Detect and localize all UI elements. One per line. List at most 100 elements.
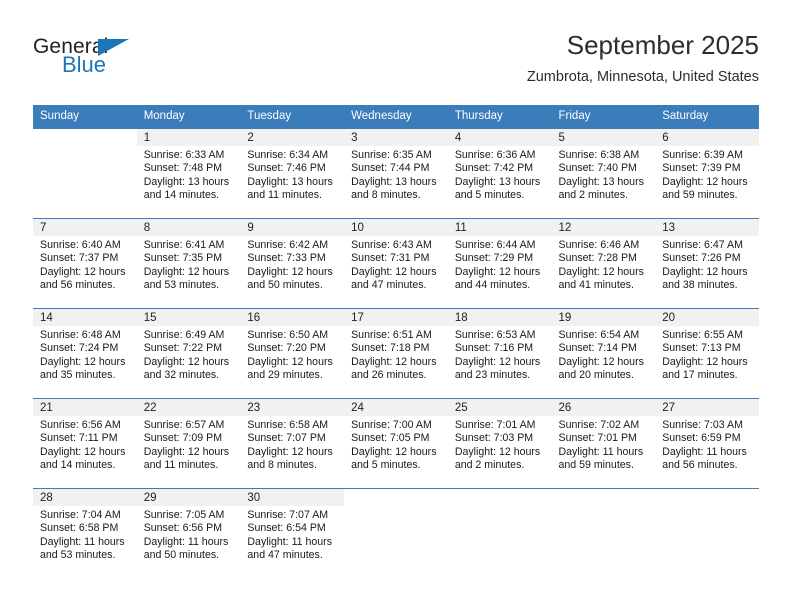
sunset-text: Sunset: 7:26 PM xyxy=(662,252,741,265)
calendar-day-cell[interactable]: 20 Sunrise: 6:55 AM Sunset: 7:13 PM Dayligh… xyxy=(655,308,759,399)
calendar-week-row: 28 Sunrise: 7:04 AM Sunset: 6:58 PM Dayligh… xyxy=(33,488,759,578)
logo-text-blue: Blue xyxy=(62,52,107,77)
title-block: September 2025 Zumbrota, Minnesota, Unit… xyxy=(527,28,759,88)
day-cell-content: 8 Sunrise: 6:41 AM Sunset: 7:35 PM Daylight… xyxy=(136,219,241,308)
calendar-day-cell[interactable]: 1 Sunrise: 6:33 AM Sunset: 7:48 PM Daylight… xyxy=(136,128,241,219)
day-cell-content: 5 Sunrise: 6:38 AM Sunset: 7:40 PM Daylight… xyxy=(551,129,656,218)
sunset-text: Sunset: 7:31 PM xyxy=(351,252,430,265)
daylight-text-line2: and 11 minutes. xyxy=(143,459,219,472)
day-number: 29 xyxy=(136,489,241,506)
sunrise-text: Sunrise: 7:05 AM xyxy=(143,509,225,521)
day-cell-content: 28 Sunrise: 7:04 AM Sunset: 6:58 PM Dayligh… xyxy=(33,489,137,578)
calendar-day-cell[interactable]: 2 Sunrise: 6:34 AM Sunset: 7:46 PM Daylight… xyxy=(240,128,345,219)
sunrise-text: Sunrise: 6:38 AM xyxy=(558,149,640,161)
calendar-day-cell[interactable]: 30 Sunrise: 7:07 AM Sunset: 6:54 PM Dayligh… xyxy=(240,488,345,578)
calendar-day-cell[interactable]: 4 Sunrise: 6:36 AM Sunset: 7:42 PM Daylight… xyxy=(447,128,552,219)
calendar-day-cell[interactable]: 18 Sunrise: 6:53 AM Sunset: 7:16 PM Dayligh… xyxy=(447,308,552,399)
calendar-day-cell[interactable]: 22 Sunrise: 6:57 AM Sunset: 7:09 PM Dayligh… xyxy=(136,398,241,489)
day-cell-content: 9 Sunrise: 6:42 AM Sunset: 7:33 PM Daylight… xyxy=(240,219,345,308)
sunset-text: Sunset: 7:22 PM xyxy=(143,342,223,355)
day-number: 24 xyxy=(344,399,448,416)
calendar-day-cell[interactable]: 5 Sunrise: 6:38 AM Sunset: 7:40 PM Daylight… xyxy=(551,128,656,219)
daylight-text-line2: and 29 minutes. xyxy=(247,369,323,382)
calendar-page: General Blue September 2025 Zumbrota, Mi… xyxy=(0,0,792,612)
sunset-text: Sunset: 7:11 PM xyxy=(40,432,118,445)
calendar-day-cell[interactable]: 9 Sunrise: 6:42 AM Sunset: 7:33 PM Daylight… xyxy=(240,218,345,309)
calendar-day-cell[interactable]: 29 Sunrise: 7:05 AM Sunset: 6:56 PM Dayligh… xyxy=(136,488,241,578)
day-cell-content: 30 Sunrise: 7:07 AM Sunset: 6:54 PM Dayligh… xyxy=(240,489,345,578)
calendar-day-cell[interactable]: 26 Sunrise: 7:02 AM Sunset: 7:01 PM Dayligh… xyxy=(551,398,656,489)
calendar-day-cell[interactable]: 13 Sunrise: 6:47 AM Sunset: 7:26 PM Dayligh… xyxy=(655,218,759,309)
daylight-text-line1: Daylight: 13 hours xyxy=(247,175,333,188)
day-number: 5 xyxy=(551,129,656,146)
day-number: 11 xyxy=(447,219,552,236)
calendar-day-cell[interactable]: 21 Sunrise: 6:56 AM Sunset: 7:11 PM Dayligh… xyxy=(33,398,137,489)
day-number xyxy=(552,489,656,506)
daylight-text-line2: and 11 minutes. xyxy=(247,189,323,202)
daylight-text-line2: and 2 minutes. xyxy=(558,189,629,202)
calendar-day-cell[interactable]: 17 Sunrise: 6:51 AM Sunset: 7:18 PM Dayligh… xyxy=(344,308,448,399)
daylight-text-line1: Daylight: 12 hours xyxy=(40,265,126,278)
daylight-text-line2: and 5 minutes. xyxy=(351,459,421,472)
calendar-day-cell[interactable]: 12 Sunrise: 6:46 AM Sunset: 7:28 PM Dayligh… xyxy=(551,218,656,309)
day-details: Sunrise: 6:47 AM Sunset: 7:26 PM Daylight:… xyxy=(655,236,759,293)
calendar-day-cell[interactable]: 25 Sunrise: 7:01 AM Sunset: 7:03 PM Dayligh… xyxy=(447,398,552,489)
sunrise-text: Sunrise: 6:55 AM xyxy=(662,329,743,341)
day-details: Sunrise: 7:03 AM Sunset: 6:59 PM Daylight:… xyxy=(655,416,759,473)
sunrise-text: Sunrise: 6:58 AM xyxy=(247,419,329,431)
calendar-day-cell[interactable]: 8 Sunrise: 6:41 AM Sunset: 7:35 PM Daylight… xyxy=(136,218,241,309)
daylight-text-line1: Daylight: 12 hours xyxy=(351,445,437,458)
sunrise-text: Sunrise: 7:00 AM xyxy=(351,419,432,431)
sunrise-text: Sunrise: 7:04 AM xyxy=(40,509,121,521)
calendar-day-cell[interactable]: 7 Sunrise: 6:40 AM Sunset: 7:37 PM Daylight… xyxy=(33,218,137,309)
day-number: 2 xyxy=(240,129,345,146)
daylight-text-line1: Daylight: 12 hours xyxy=(143,445,230,458)
calendar-day-cell[interactable]: 24 Sunrise: 7:00 AM Sunset: 7:05 PM Dayligh… xyxy=(344,398,448,489)
calendar-day-cell[interactable]: 16 Sunrise: 6:50 AM Sunset: 7:20 PM Dayligh… xyxy=(240,308,345,399)
day-number xyxy=(655,489,759,506)
sunrise-text: Sunrise: 6:57 AM xyxy=(143,419,225,431)
daylight-text-line1: Daylight: 13 hours xyxy=(143,175,230,188)
day-details: Sunrise: 6:53 AM Sunset: 7:16 PM Daylight:… xyxy=(448,326,552,383)
sunrise-text: Sunrise: 6:42 AM xyxy=(247,239,329,251)
calendar-day-cell[interactable]: 6 Sunrise: 6:39 AM Sunset: 7:39 PM Daylight… xyxy=(655,128,759,219)
daylight-text-line1: Daylight: 12 hours xyxy=(662,265,748,278)
calendar-day-cell[interactable]: 19 Sunrise: 6:54 AM Sunset: 7:14 PM Dayligh… xyxy=(551,308,656,399)
sunset-text: Sunset: 7:24 PM xyxy=(40,342,119,355)
day-details: Sunrise: 6:56 AM Sunset: 7:11 PM Daylight:… xyxy=(33,416,137,473)
day-cell-content: 27 Sunrise: 7:03 AM Sunset: 6:59 PM Dayligh… xyxy=(655,399,759,488)
calendar-week-row: 1 Sunrise: 6:33 AM Sunset: 7:48 PM Daylight… xyxy=(33,128,759,219)
calendar-day-cell[interactable]: 28 Sunrise: 7:04 AM Sunset: 6:58 PM Dayligh… xyxy=(33,488,137,578)
calendar-day-cell[interactable]: 14 Sunrise: 6:48 AM Sunset: 7:24 PM Dayligh… xyxy=(33,308,137,399)
sunset-text: Sunset: 7:13 PM xyxy=(662,342,741,355)
daylight-text-line1: Daylight: 12 hours xyxy=(662,175,748,188)
general-blue-logo[interactable]: General Blue xyxy=(33,36,163,84)
daylight-text-line1: Daylight: 13 hours xyxy=(454,175,541,188)
daylight-text-line1: Daylight: 13 hours xyxy=(351,175,437,188)
sunrise-text: Sunrise: 6:54 AM xyxy=(558,329,640,341)
day-details: Sunrise: 6:38 AM Sunset: 7:40 PM Daylight:… xyxy=(552,146,656,203)
daylight-text-line1: Daylight: 12 hours xyxy=(40,445,126,458)
calendar-day-cell[interactable]: 27 Sunrise: 7:03 AM Sunset: 6:59 PM Dayligh… xyxy=(655,398,759,489)
daylight-text-line1: Daylight: 12 hours xyxy=(558,265,644,278)
day-cell-content: 14 Sunrise: 6:48 AM Sunset: 7:24 PM Dayligh… xyxy=(33,309,137,398)
calendar-day-cell[interactable]: 10 Sunrise: 6:43 AM Sunset: 7:31 PM Dayligh… xyxy=(344,218,448,309)
day-number: 13 xyxy=(655,219,759,236)
weekday-header-friday: Friday xyxy=(551,105,656,129)
calendar-day-cell[interactable]: 23 Sunrise: 6:58 AM Sunset: 7:07 PM Dayligh… xyxy=(240,398,345,489)
sunset-text: Sunset: 7:28 PM xyxy=(558,252,637,265)
calendar-day-cell[interactable]: 15 Sunrise: 6:49 AM Sunset: 7:22 PM Dayligh… xyxy=(136,308,241,399)
weekday-header-thursday: Thursday xyxy=(447,105,552,129)
calendar-day-cell[interactable]: 3 Sunrise: 6:35 AM Sunset: 7:44 PM Daylight… xyxy=(344,128,448,219)
calendar-day-cell[interactable]: 11 Sunrise: 6:44 AM Sunset: 7:29 PM Dayligh… xyxy=(447,218,552,309)
calendar-day-cell xyxy=(33,128,137,219)
sunrise-text: Sunrise: 6:35 AM xyxy=(351,149,432,161)
daylight-text-line2: and 32 minutes. xyxy=(143,369,220,382)
day-number: 4 xyxy=(447,129,552,146)
daylight-text-line2: and 38 minutes. xyxy=(662,279,738,292)
daylight-text-line2: and 47 minutes. xyxy=(247,549,323,562)
day-number: 12 xyxy=(551,219,656,236)
day-cell-content: 2 Sunrise: 6:34 AM Sunset: 7:46 PM Daylight… xyxy=(240,129,345,218)
daylight-text-line1: Daylight: 12 hours xyxy=(143,265,230,278)
day-cell-content: 4 Sunrise: 6:36 AM Sunset: 7:42 PM Daylight… xyxy=(447,129,552,218)
